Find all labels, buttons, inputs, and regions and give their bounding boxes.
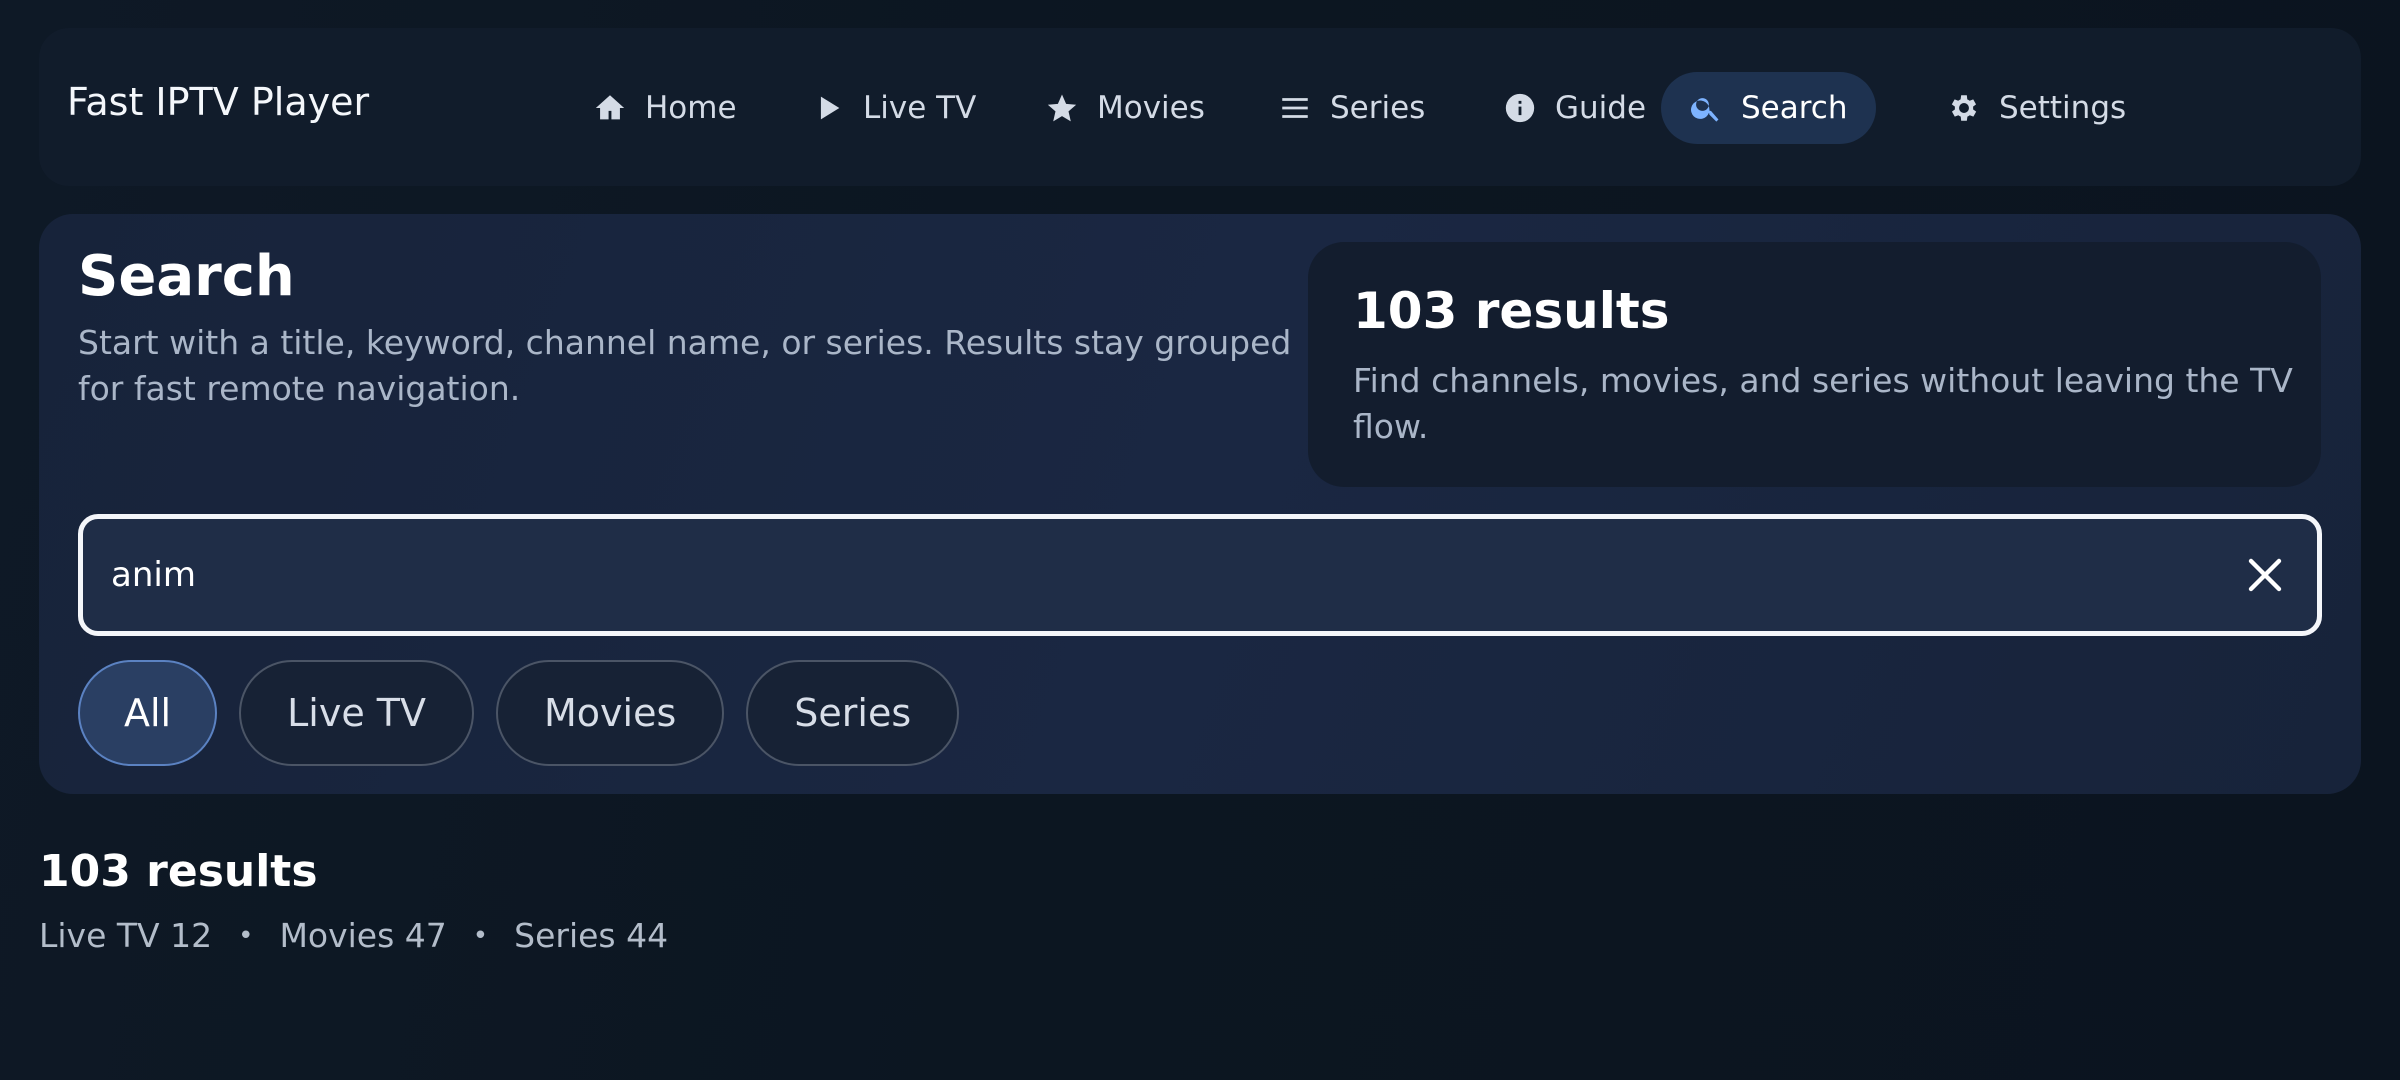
menu-icon <box>1282 98 1308 118</box>
results-breakdown: Live TV 12 • Movies 47 • Series 44 <box>39 916 668 955</box>
summary-description: Find channels, movies, and series withou… <box>1353 361 2293 446</box>
results-count: 103 results <box>39 846 318 897</box>
page-title: Search <box>78 244 295 309</box>
nav-item-label: Series <box>1330 90 1426 126</box>
nav-item-label: Movies <box>1097 90 1205 126</box>
search-box <box>78 514 2322 636</box>
play-icon <box>820 96 840 120</box>
search-icon <box>1691 98 1719 122</box>
nav-item-label: Guide <box>1555 90 1647 126</box>
nav-item-home[interactable]: Home <box>565 72 765 144</box>
star-icon <box>1047 94 1077 122</box>
nav-item-label: Home <box>645 90 737 126</box>
nav-item-label: Search <box>1741 90 1848 126</box>
nav-item-live-tv[interactable]: Live TV <box>783 72 1004 144</box>
results-live-tv-count: Live TV 12 <box>39 916 213 955</box>
filter-chip-all[interactable]: All <box>78 660 218 766</box>
filter-chip-live-tv[interactable]: Live TV <box>239 660 475 766</box>
nav-item-search[interactable]: Search <box>1661 72 1876 144</box>
home-icon <box>595 95 625 120</box>
results-summary-card: 103 results Find channels, movies, and s… <box>1308 242 2321 487</box>
filter-chip-series[interactable]: Series <box>746 660 960 766</box>
nav-item-guide[interactable]: Guide <box>1475 72 1674 144</box>
nav-item-settings[interactable]: Settings <box>1919 72 2154 144</box>
page-description: Start with a title, keyword, channel nam… <box>78 323 1292 408</box>
summary-results-count: 103 results <box>1353 282 1670 340</box>
app-page: Fast IPTV Player Home Live TV Movies Ser… <box>0 0 2400 1080</box>
search-panel: Search Start with a title, keyword, chan… <box>39 214 2361 794</box>
nav-item-label: Settings <box>1999 90 2127 126</box>
nav-item-movies[interactable]: Movies <box>1017 72 1233 144</box>
filter-chip-movies[interactable]: Movies <box>496 660 725 766</box>
nav-item-label: Live TV <box>863 90 977 126</box>
filter-chips: All Live TV Movies Series <box>78 660 960 766</box>
search-input[interactable] <box>111 519 2111 631</box>
results-series-count: Series 44 <box>514 916 669 955</box>
clear-search-button[interactable] <box>2241 551 2289 599</box>
top-navigation-bar: Fast IPTV Player Home Live TV Movies Ser… <box>39 28 2361 186</box>
separator-dot: • <box>472 920 489 951</box>
nav-item-series[interactable]: Series <box>1250 72 1453 144</box>
close-icon <box>2248 558 2282 592</box>
info-icon <box>1505 93 1535 123</box>
separator-dot: • <box>238 920 254 951</box>
gear-icon <box>1951 95 1977 121</box>
main-nav: Home Live TV Movies Series Guide Search <box>39 28 2361 186</box>
results-movies-count: Movies 47 <box>279 916 447 955</box>
